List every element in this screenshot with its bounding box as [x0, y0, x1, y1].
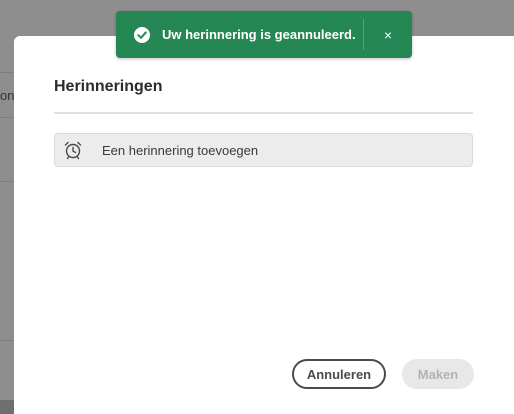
background-divider [0, 72, 14, 73]
background-text-fragment: on [0, 88, 14, 103]
background-divider [0, 117, 14, 118]
reminders-dialog: Herinneringen Een herinnering toevoegen … [14, 36, 514, 414]
add-reminder-label: Een herinnering toevoegen [102, 142, 259, 158]
checkmark-circle-icon [134, 26, 150, 43]
add-reminder-button[interactable]: Een herinnering toevoegen [54, 133, 473, 167]
background-divider [0, 340, 14, 341]
create-button[interactable]: Maken [402, 359, 474, 389]
success-toast: Uw herinnering is geannuleerd. × [116, 11, 412, 58]
toast-separator [363, 19, 364, 50]
background-footer [0, 400, 14, 414]
background-divider [0, 181, 14, 182]
alarm-clock-icon [63, 140, 83, 160]
dialog-title: Herinneringen [54, 78, 163, 95]
toast-message: Uw herinnering is geannuleerd. [162, 27, 356, 42]
cancel-button[interactable]: Annuleren [292, 359, 386, 389]
title-divider [54, 112, 473, 114]
close-icon[interactable]: × [375, 21, 401, 48]
